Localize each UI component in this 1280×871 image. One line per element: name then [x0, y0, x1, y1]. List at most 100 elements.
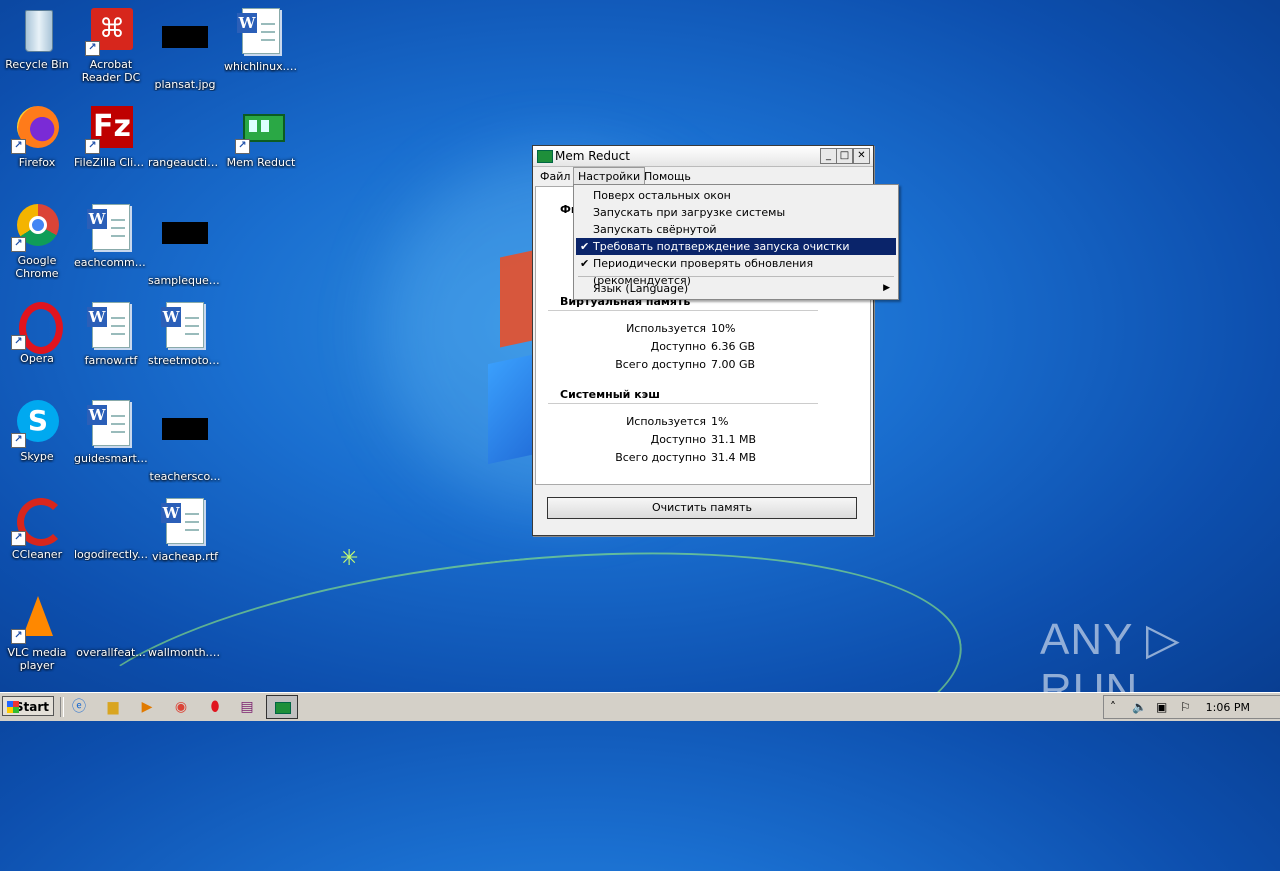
virtual-used-label: Используется [626, 322, 706, 335]
menu-item-autostart[interactable]: Запускать при загрузке системы [576, 204, 896, 221]
cache-used-label: Используется [626, 415, 706, 428]
chrome-taskbar-icon[interactable]: ◉ [170, 697, 192, 717]
cache-free-value: 31.1 MB [711, 433, 757, 446]
windows-flag-icon [7, 701, 19, 713]
cache-free-label: Доступно [650, 433, 706, 446]
blank-file-icon [161, 104, 209, 152]
desktop-icon-mem-reduct[interactable]: ↗ Mem Reduct [224, 104, 298, 169]
shortcut-arrow-icon: ↗ [11, 433, 26, 448]
desktop-icon-ccleaner[interactable]: ↗ CCleaner [0, 496, 74, 561]
desktop-icon-filezilla[interactable]: Fz ↗ FileZilla Client [74, 104, 148, 169]
minimize-button[interactable]: _ [820, 148, 837, 164]
tray-expand-icon[interactable]: ˄ [1110, 700, 1116, 714]
desktop-icon-label: Google Chrome [15, 254, 59, 280]
menu-separator [578, 276, 894, 277]
desktop-icon-teachersco[interactable]: teachersco... [148, 398, 222, 483]
desktop-icon-label: plansat.jpg [154, 78, 216, 91]
checkmark-icon: ✔ [580, 240, 590, 253]
menu-item-language[interactable]: Язык (Language) ▶ [576, 280, 896, 297]
shortcut-arrow-icon: ↗ [85, 139, 100, 154]
file-explorer-icon[interactable]: ▆ [102, 697, 124, 717]
desktop-icon-farnow[interactable]: W farnow.rtf [74, 300, 148, 367]
desktop-icon-recycle-bin[interactable]: Recycle Bin [0, 6, 74, 71]
desktop-icon-streetmotor[interactable]: W streetmotor... [148, 300, 222, 367]
menu-item-start-minimized[interactable]: Запускать свёрнутой [576, 221, 896, 238]
desktop-icon-rangeauctio[interactable]: rangeauctio... [148, 104, 222, 169]
app-icon [537, 150, 553, 163]
desktop-icon-overallfeat[interactable]: overallfeat... [74, 594, 148, 659]
desktop-icon-sampleques[interactable]: sampleques... [148, 202, 222, 287]
word-document-icon: W [237, 8, 285, 56]
taskbar: Start ⓔ ▆ ▶ ◉ ⬮ ▤ ˄ 🔈 ▣ ⚐ 1:06 PM [0, 692, 1280, 721]
menu-item-label: Язык (Language) [593, 282, 689, 295]
menu-item-always-on-top[interactable]: Поверх остальных окон [576, 187, 896, 204]
opera-taskbar-icon[interactable]: ⬮ [204, 697, 226, 717]
virtual-free-value: 6.36 GB [711, 340, 756, 353]
menu-item-confirm-cleanup[interactable]: ✔ Требовать подтверждение запуска очистк… [576, 238, 896, 255]
close-button[interactable]: ✕ [853, 148, 870, 164]
desktop-icon-acrobat-reader[interactable]: ⌘ ↗ Acrobat Reader DC [74, 6, 148, 84]
desktop-icon-label: VLC media player [7, 646, 67, 672]
clock[interactable]: 1:06 PM [1206, 701, 1250, 714]
desktop-icon-logodirectly[interactable]: logodirectly.... [74, 496, 148, 561]
menu-help[interactable]: Помощь [639, 169, 696, 184]
virtual-free-label: Доступно [650, 340, 706, 353]
shortcut-arrow-icon: ↗ [85, 41, 100, 56]
desktop-icon-firefox[interactable]: ↗ Firefox [0, 104, 74, 169]
media-player-icon[interactable]: ▶ [136, 697, 158, 717]
settings-dropdown-menu: Поверх остальных окон Запускать при загр… [573, 184, 899, 300]
start-button[interactable]: Start [2, 696, 54, 716]
winrar-icon[interactable]: ▤ [236, 697, 258, 717]
opera-icon: ↗ [11, 300, 63, 354]
desktop-icon-label: Skype [20, 450, 54, 463]
ccleaner-icon: ↗ [11, 496, 65, 546]
virtual-used-value: 10% [711, 322, 736, 335]
desktop-icon-label: rangeauctio... [148, 156, 222, 169]
desktop-icon-google-chrome[interactable]: ↗ Google Chrome [0, 202, 74, 280]
shortcut-arrow-icon: ↗ [235, 139, 250, 154]
cache-total-value: 31.4 MB [711, 451, 757, 464]
maximize-button[interactable]: □ [836, 148, 853, 164]
desktop-icon-label: eachcommis... [74, 256, 148, 269]
submenu-arrow-icon: ▶ [883, 283, 890, 293]
menu-item-check-updates[interactable]: ✔ Периодически проверять обновления (рек… [576, 255, 896, 287]
desktop-icon-vlc[interactable]: ↗ VLC media player [0, 594, 74, 672]
window-titlebar[interactable]: Mem Reduct _ □ ✕ [533, 146, 873, 167]
blank-file-icon [87, 496, 135, 544]
desktop-icon-label: sampleques... [148, 274, 222, 287]
menu-file[interactable]: Файл [535, 169, 575, 184]
skype-icon: S ↗ [11, 398, 61, 448]
desktop-icon-whichlinux[interactable]: W whichlinux.rtf [224, 6, 298, 73]
desktop-icon-label: overallfeat... [76, 646, 146, 659]
action-center-flag-icon[interactable]: ⚐ [1180, 700, 1191, 714]
desktop-icon-label: Opera [20, 352, 54, 365]
shortcut-arrow-icon: ↗ [11, 237, 26, 252]
network-icon[interactable]: ▣ [1156, 700, 1167, 714]
word-document-icon: W [87, 204, 135, 252]
virtual-total-value: 7.00 GB [711, 358, 756, 371]
desktop-icon-plansat[interactable]: plansat.jpg [148, 6, 222, 91]
firefox-icon: ↗ [11, 104, 61, 154]
internet-explorer-icon[interactable]: ⓔ [68, 697, 90, 717]
desktop-icon-label: FileZilla Client [74, 156, 148, 169]
desktop-icon-label: logodirectly.... [74, 548, 148, 561]
desktop-icon-guidesmarti[interactable]: W guidesmarti... [74, 398, 148, 465]
chrome-icon: ↗ [11, 202, 61, 252]
filezilla-icon: Fz ↗ [85, 104, 135, 154]
desktop-icon-label: streetmotor... [148, 354, 222, 367]
taskbar-mem-reduct[interactable] [266, 695, 298, 719]
blank-file-icon [87, 594, 135, 642]
acrobat-icon: ⌘ ↗ [85, 6, 135, 56]
desktop-icon-viacheap[interactable]: W viacheap.rtf [148, 496, 222, 563]
image-thumbnail-icon [161, 222, 209, 270]
desktop-icon-eachcommis[interactable]: W eachcommis... [74, 202, 148, 269]
checkmark-icon: ✔ [580, 257, 590, 270]
menu-item-label: Запускать свёрнутой [593, 223, 717, 236]
mem-reduct-icon: ↗ [235, 104, 285, 154]
volume-icon[interactable]: 🔈 [1132, 700, 1147, 714]
clean-memory-button[interactable]: Очистить память [547, 497, 857, 519]
desktop-icon-skype[interactable]: S ↗ Skype [0, 398, 74, 463]
desktop-icon-opera[interactable]: ↗ Opera [0, 300, 74, 365]
cache-total-label: Всего доступно [615, 451, 706, 464]
desktop-icon-wallmonth[interactable]: wallmonth.png [148, 594, 222, 659]
